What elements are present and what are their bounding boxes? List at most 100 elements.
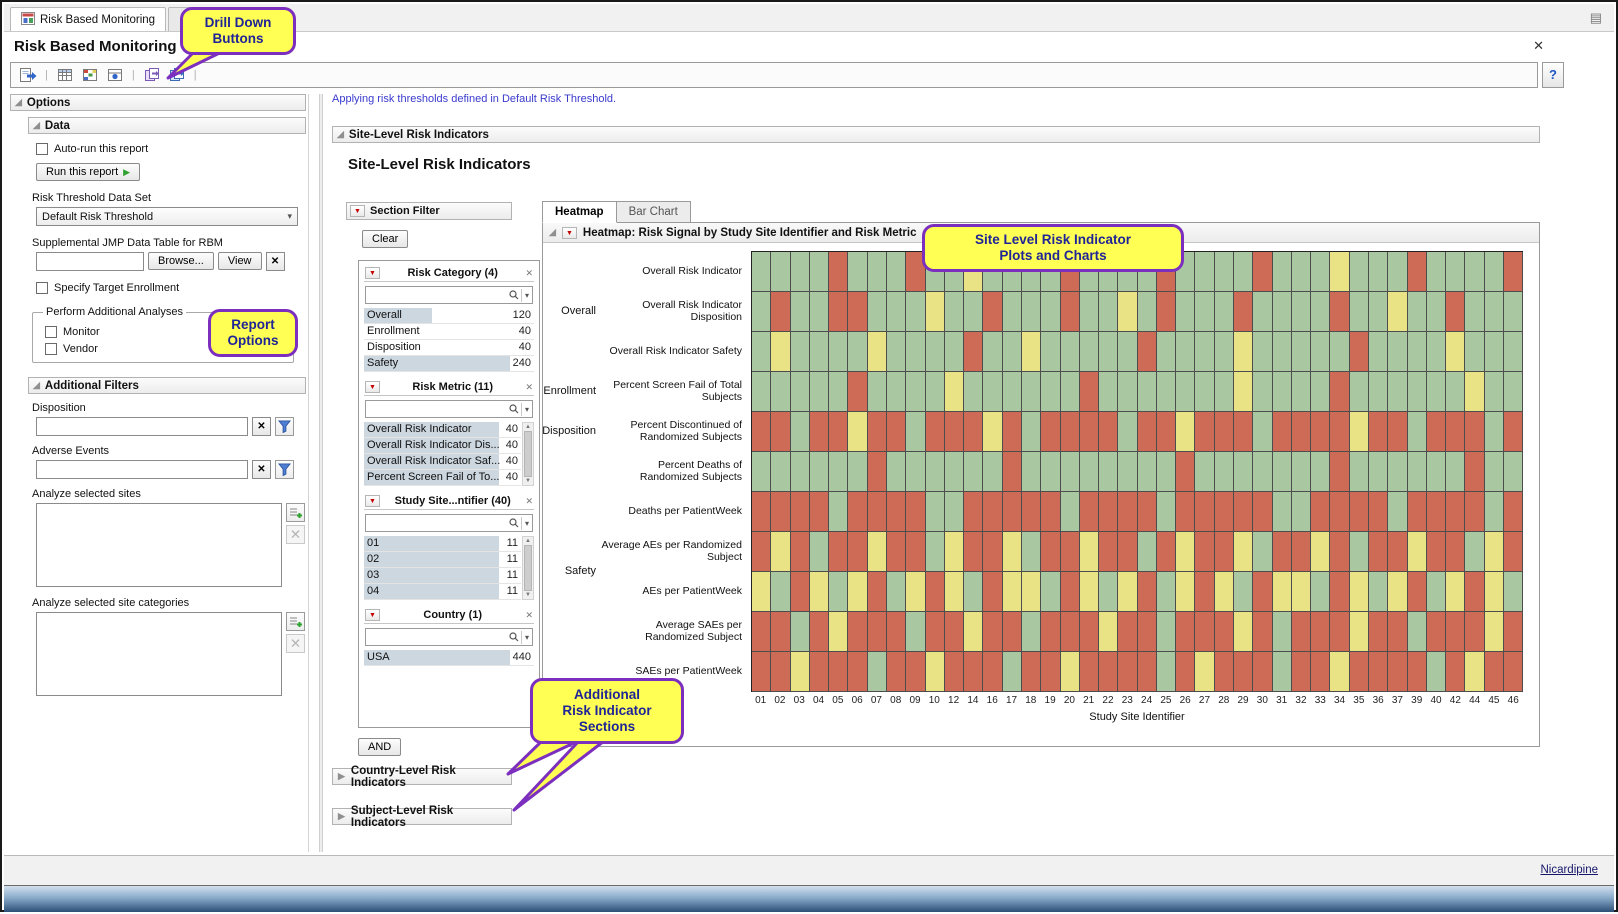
heatmap-cell[interactable]: [1446, 292, 1465, 332]
heatmap-cell[interactable]: [1041, 332, 1060, 372]
heatmap-cell[interactable]: [1408, 332, 1427, 372]
heatmap-cell[interactable]: [1061, 612, 1080, 652]
heatmap-cell[interactable]: [791, 452, 810, 492]
heatmap-cell[interactable]: [1022, 412, 1041, 452]
heatmap-cell[interactable]: [771, 372, 790, 412]
heatmap-cell[interactable]: [1465, 652, 1484, 692]
close-filter-icon[interactable]: ✕: [525, 382, 533, 393]
heatmap-cell[interactable]: [1388, 612, 1407, 652]
tab-risk-based-monitoring[interactable]: Risk Based Monitoring: [10, 7, 166, 31]
heatmap-cell[interactable]: [848, 252, 867, 292]
heatmap-cell[interactable]: [829, 332, 848, 372]
heatmap-cell[interactable]: [926, 492, 945, 532]
study-link[interactable]: Nicardipine: [1540, 864, 1598, 876]
heatmap-cell[interactable]: [1215, 452, 1234, 492]
data-section-header[interactable]: ◢ Data: [28, 117, 306, 134]
heatmap-cell[interactable]: [1003, 492, 1022, 532]
heatmap-cell[interactable]: [848, 292, 867, 332]
heatmap-cell[interactable]: [1176, 452, 1195, 492]
heatmap-cell[interactable]: [1273, 372, 1292, 412]
heatmap-cell[interactable]: [1061, 652, 1080, 692]
heatmap-cell[interactable]: [848, 492, 867, 532]
heatmap-cell[interactable]: [752, 532, 771, 572]
auto-run-checkbox[interactable]: [36, 143, 48, 155]
heatmap-cell[interactable]: [1176, 412, 1195, 452]
heatmap-cell[interactable]: [1253, 612, 1272, 652]
clear-adverse-events-icon[interactable]: ✕: [252, 460, 271, 479]
heatmap-cell[interactable]: [791, 492, 810, 532]
heatmap-cell[interactable]: [1273, 532, 1292, 572]
heatmap-cell[interactable]: [1041, 412, 1060, 452]
heatmap-cell[interactable]: [1311, 612, 1330, 652]
heatmap-cell[interactable]: [945, 452, 964, 492]
heatmap-cell[interactable]: [1118, 612, 1137, 652]
heatmap-cell[interactable]: [1350, 572, 1369, 612]
heatmap-cell[interactable]: [1369, 252, 1388, 292]
heatmap-cell[interactable]: [1195, 252, 1214, 292]
heatmap-cell[interactable]: [1157, 292, 1176, 332]
heatmap-cell[interactable]: [1465, 412, 1484, 452]
heatmap-cell[interactable]: [829, 532, 848, 572]
heatmap-cell[interactable]: [1350, 412, 1369, 452]
specify-target-checkbox[interactable]: [36, 282, 48, 294]
heatmap-cell[interactable]: [810, 532, 829, 572]
heatmap-cell[interactable]: [1446, 492, 1465, 532]
close-filter-icon[interactable]: ✕: [525, 268, 533, 279]
heatmap-cell[interactable]: [1311, 372, 1330, 412]
heatmap-cell[interactable]: [1485, 292, 1504, 332]
heatmap-cell[interactable]: [752, 372, 771, 412]
heatmap-cell[interactable]: [868, 612, 887, 652]
heatmap-cell[interactable]: [964, 332, 983, 372]
section-filter-header[interactable]: ▼ Section Filter: [346, 202, 512, 220]
heatmap-cell[interactable]: [1253, 652, 1272, 692]
heatmap-cell[interactable]: [964, 572, 983, 612]
heatmap-cell[interactable]: [1118, 452, 1137, 492]
heatmap-cell[interactable]: [1427, 572, 1446, 612]
heatmap-cell[interactable]: [1138, 492, 1157, 532]
heatmap-cell[interactable]: [1215, 652, 1234, 692]
heatmap-cell[interactable]: [1446, 372, 1465, 412]
heatmap-cell[interactable]: [1080, 572, 1099, 612]
heatmap-cell[interactable]: [1003, 332, 1022, 372]
heatmap-cell[interactable]: [1330, 332, 1349, 372]
heatmap-cell[interactable]: [1003, 652, 1022, 692]
heatmap-cell[interactable]: [1041, 532, 1060, 572]
heatmap-cell[interactable]: [1215, 292, 1234, 332]
heatmap-cell[interactable]: [1176, 612, 1195, 652]
heatmap-cell[interactable]: [983, 532, 1002, 572]
heatmap-cell[interactable]: [1138, 652, 1157, 692]
heatmap-cell[interactable]: [810, 292, 829, 332]
heatmap-cell[interactable]: [1350, 252, 1369, 292]
risk-threshold-select[interactable]: Default Risk Threshold ▾: [36, 207, 298, 226]
heatmap-cell[interactable]: [1388, 332, 1407, 372]
heatmap-cell[interactable]: [1408, 292, 1427, 332]
heatmap-cell[interactable]: [1234, 652, 1253, 692]
heatmap-cell[interactable]: [964, 292, 983, 332]
heatmap-cell[interactable]: [1292, 452, 1311, 492]
heatmap-cell[interactable]: [1369, 452, 1388, 492]
clear-disposition-icon[interactable]: ✕: [252, 417, 271, 436]
heatmap-cell[interactable]: [752, 652, 771, 692]
heatmap-cell[interactable]: [1311, 452, 1330, 492]
heatmap-cell[interactable]: [1099, 492, 1118, 532]
heatmap-cell[interactable]: [1465, 492, 1484, 532]
heatmap-cell[interactable]: [887, 612, 906, 652]
heatmap-cell[interactable]: [848, 652, 867, 692]
heatmap-cell[interactable]: [964, 652, 983, 692]
heatmap-cell[interactable]: [771, 492, 790, 532]
heatmap-cell[interactable]: [1157, 492, 1176, 532]
heatmap-cell[interactable]: [1273, 492, 1292, 532]
heatmap-cell[interactable]: [1388, 252, 1407, 292]
heatmap-cell[interactable]: [1369, 532, 1388, 572]
heatmap-cell[interactable]: [829, 492, 848, 532]
heatmap-cell[interactable]: [1041, 572, 1060, 612]
browse-button[interactable]: Browse...: [148, 252, 214, 270]
heatmap-cell[interactable]: [1485, 612, 1504, 652]
heatmap-cell[interactable]: [1485, 492, 1504, 532]
heatmap-cell[interactable]: [1465, 532, 1484, 572]
filter-item[interactable]: Overall Risk Indicator Dis...40: [364, 438, 521, 454]
heatmap-cell[interactable]: [868, 572, 887, 612]
heatmap-cell[interactable]: [1253, 292, 1272, 332]
filter-item[interactable]: Disposition40: [364, 340, 534, 356]
summary-table-icon[interactable]: [104, 64, 126, 86]
